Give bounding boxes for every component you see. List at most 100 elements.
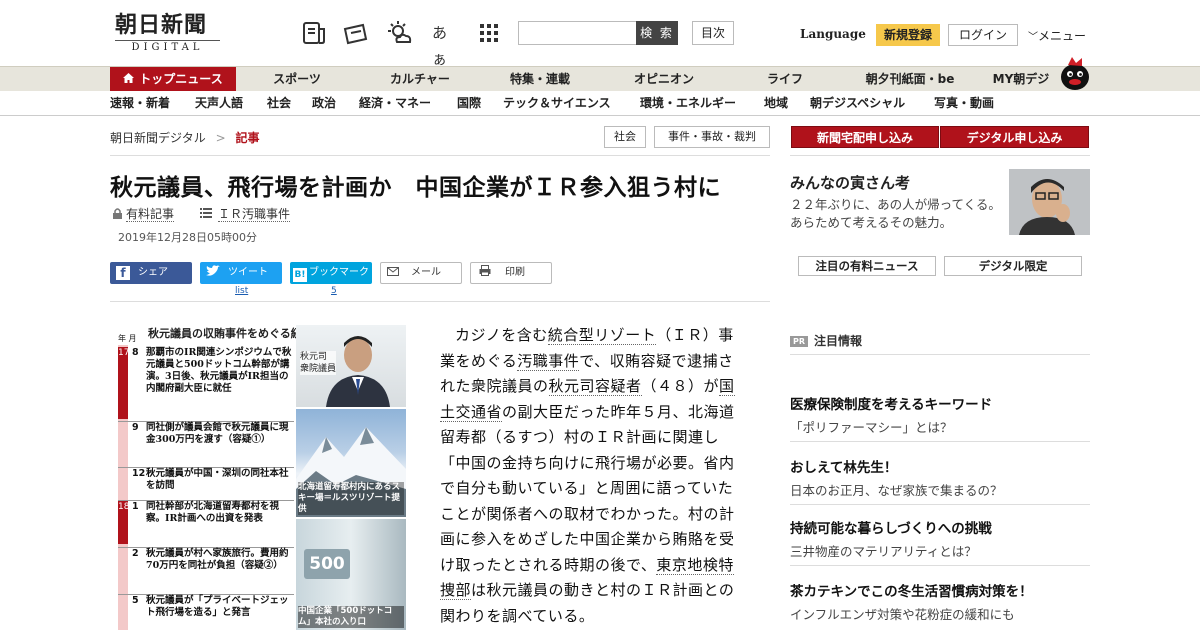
- subnav-item-tech[interactable]: テック＆サイエンス: [503, 91, 611, 116]
- timeline-row: 17 8 那覇市のIR関連シンポジウムで秋元議員と500ドットコム幹部が講演。3日後…: [118, 347, 294, 419]
- print-icon: [479, 264, 491, 284]
- timeline-row: 9 同社側が議員会館で秋元議員に現金300万円を渡す（容疑①）: [118, 421, 294, 463]
- nav-item-sports[interactable]: スポーツ: [262, 67, 332, 92]
- menu-label: メニュー: [1038, 29, 1087, 43]
- home-icon: [123, 67, 135, 92]
- series-link[interactable]: ＩＲ汚職事件: [200, 205, 291, 222]
- chevron-down-icon: ﹀: [1028, 32, 1038, 43]
- timeline-row: 5 秋元議員が「プライベートジェット飛行場を造る」と発言: [118, 594, 294, 626]
- divider: [790, 504, 1090, 505]
- article-text: （４８）が: [641, 377, 720, 395]
- primary-nav: トップニュース スポーツ カルチャー 特集・連載 オピニオン ライフ 朝夕刊紙面…: [0, 57, 1200, 92]
- subnav-item-region[interactable]: 地域: [764, 91, 788, 116]
- article-text: は秋元議員の動きと村のＩＲ計画との関わりを調べている。: [440, 581, 735, 625]
- contents-button[interactable]: 目次: [692, 21, 734, 45]
- pr-badge: PR: [790, 336, 809, 347]
- facebook-share-button[interactable]: f シェア: [110, 262, 192, 284]
- hatena-bookmark-button[interactable]: B! ブックマーク: [290, 262, 372, 284]
- facebook-icon: f: [116, 266, 130, 280]
- print-button[interactable]: 印刷: [470, 262, 552, 284]
- twitter-share-button[interactable]: ツイート: [200, 262, 282, 284]
- nav-item-life[interactable]: ライフ: [752, 67, 818, 92]
- article-title: 秋元議員、飛行場を計画か 中国企業がＩＲ参入狙う村に: [110, 175, 721, 201]
- timeline-row: 12 秋元議員が中国・深圳の同社本社を訪問: [118, 467, 294, 497]
- divider: [790, 565, 1090, 566]
- pr-item[interactable]: 茶カテキンでこの冬生活習慣病対策を！ インフルエンザ対策や花粉症の緩和にも: [790, 580, 1090, 623]
- ski-resort-photo: 北海道留寿都村内にあるスキー場＝ルスツリゾート提供: [296, 409, 406, 517]
- list-icon: [200, 207, 212, 221]
- nav-item-opinion[interactable]: オピニオン: [624, 67, 704, 92]
- search-button[interactable]: 検 索: [636, 21, 678, 45]
- secondary-nav: 速報・新着 天声人語 社会 政治 経済・マネー 国際 テック＆サイエンス 環境・…: [0, 91, 1200, 116]
- tweet-count[interactable]: list: [235, 286, 248, 296]
- coupon-icon[interactable]: [342, 20, 368, 46]
- company-logo: 500: [304, 549, 350, 579]
- divider: [790, 441, 1090, 442]
- language-link[interactable]: Language: [800, 27, 866, 41]
- nav-item-culture[interactable]: カルチャー: [380, 67, 460, 92]
- pr-heading: PR 注目情報: [790, 332, 862, 349]
- nav-item-top-news[interactable]: トップニュース: [110, 67, 236, 92]
- figure-year-month-header: 年 月: [118, 334, 137, 343]
- search-input[interactable]: 検 索: [518, 21, 678, 45]
- breadcrumb: 朝日新聞デジタル > 記事: [110, 129, 260, 146]
- register-button[interactable]: 新規登録: [876, 24, 940, 46]
- subnav-item-photo[interactable]: 写真・動画: [934, 91, 994, 116]
- breadcrumb-current: 記事: [235, 131, 260, 145]
- login-button[interactable]: ログイン: [948, 24, 1018, 46]
- nav-item-my-asadigi[interactable]: MY朝デジ: [980, 67, 1062, 92]
- article-term-link[interactable]: 秋元司容疑者: [548, 377, 642, 396]
- tab-digital-only[interactable]: デジタル限定: [944, 256, 1082, 276]
- photo-caption: 秋元司 衆院議員: [300, 351, 337, 375]
- subnav-item-tensei[interactable]: 天声人語: [195, 91, 243, 116]
- promo-title[interactable]: みんなの寅さん考: [790, 172, 910, 193]
- photo-caption: 北海道留寿都村内にあるスキー場＝ルスツリゾート提供: [298, 482, 404, 515]
- article-term-link[interactable]: 汚職事件: [517, 351, 580, 371]
- subnav-item-latest[interactable]: 速報・新着: [110, 91, 170, 116]
- tag-society[interactable]: 社会: [604, 126, 646, 148]
- tag-incident[interactable]: 事件・事故・裁判: [654, 126, 770, 148]
- subnav-item-environment[interactable]: 環境・エネルギー: [640, 91, 736, 116]
- mail-icon: [387, 264, 399, 284]
- timeline-row: 2 秋元議員が村へ家族旅行。費用約70万円を同社が負担（容疑②）: [118, 547, 294, 591]
- newspaper-icon[interactable]: [301, 20, 327, 46]
- logo-main: 朝日新聞: [115, 12, 208, 38]
- nav-item-paper[interactable]: 朝夕刊紙面・be: [855, 67, 965, 92]
- company-photo: 500 中国企業「500ドットコム」本社の入り口: [296, 519, 406, 630]
- subnav-item-special[interactable]: 朝デジスペシャル: [810, 91, 905, 116]
- nav-item-features[interactable]: 特集・連載: [500, 67, 580, 92]
- lock-icon: [113, 208, 122, 222]
- subnav-item-society[interactable]: 社会: [267, 91, 291, 116]
- font-size-icon[interactable]: あぁ: [432, 20, 458, 68]
- article-body: カジノを含む統合型リゾート（ＩＲ）事業をめぐる汚職事件で、収賄容疑で逮捕された衆…: [440, 323, 746, 629]
- pr-item[interactable]: 医療保険制度を考えるキーワード 「ポリファーマシー」とは？: [790, 393, 1090, 436]
- article-term-link[interactable]: 統合型リゾート: [547, 326, 657, 345]
- divider: [110, 301, 770, 302]
- promo-description[interactable]: ２２年ぶりに、あの人が帰ってくる。あらためて考えるその魅力。: [790, 196, 1005, 232]
- divider: [110, 155, 770, 156]
- digital-subscribe-button[interactable]: デジタル申し込み: [940, 126, 1089, 148]
- pr-item[interactable]: おしえて林先生！ 日本のお正月、なぜ家族で集まるの？: [790, 456, 1090, 499]
- subnav-item-politics[interactable]: 政治: [312, 91, 336, 116]
- subnav-item-economy[interactable]: 経済・マネー: [359, 91, 431, 116]
- weather-icon[interactable]: [387, 20, 413, 46]
- pr-item[interactable]: 持続可能な暮らしづくりへの挑戦 三井物産のマテリアリティとは？: [790, 517, 1090, 560]
- article-date: 2019年12月28日05時00分: [118, 231, 257, 244]
- logo-sub: DIGITAL: [115, 40, 220, 53]
- site-logo[interactable]: 朝日新聞 DIGITAL: [115, 12, 230, 54]
- promo-image[interactable]: [1009, 169, 1090, 235]
- breadcrumb-separator: >: [215, 131, 226, 145]
- hatena-icon: B!: [293, 268, 307, 282]
- twitter-icon: [206, 264, 220, 286]
- site-header: 朝日新聞 DIGITAL あぁ 検 索 目次 Language 新規登録 ログイ…: [0, 0, 1200, 68]
- mail-button[interactable]: メール: [380, 262, 462, 284]
- menu-button[interactable]: ﹀メニュー: [1028, 27, 1086, 44]
- timeline-row: 18 1 同社幹部が北海道留寿都村を視察。IR計画への出資を発表: [118, 500, 294, 544]
- breadcrumb-home[interactable]: 朝日新聞デジタル: [110, 131, 206, 145]
- subnav-item-international[interactable]: 国際: [457, 91, 481, 116]
- apps-grid-icon[interactable]: [476, 20, 502, 46]
- newspaper-subscribe-button[interactable]: 新聞宅配申し込み: [791, 126, 939, 148]
- bookmark-count[interactable]: 5: [331, 286, 337, 296]
- tab-featured-paid-news[interactable]: 注目の有料ニュース: [798, 256, 936, 276]
- timeline-figure[interactable]: 年 月 秋元議員の収賄事件をめぐる経緯 17 8 那覇市のIR関連シンポジウムで秋元…: [110, 323, 410, 630]
